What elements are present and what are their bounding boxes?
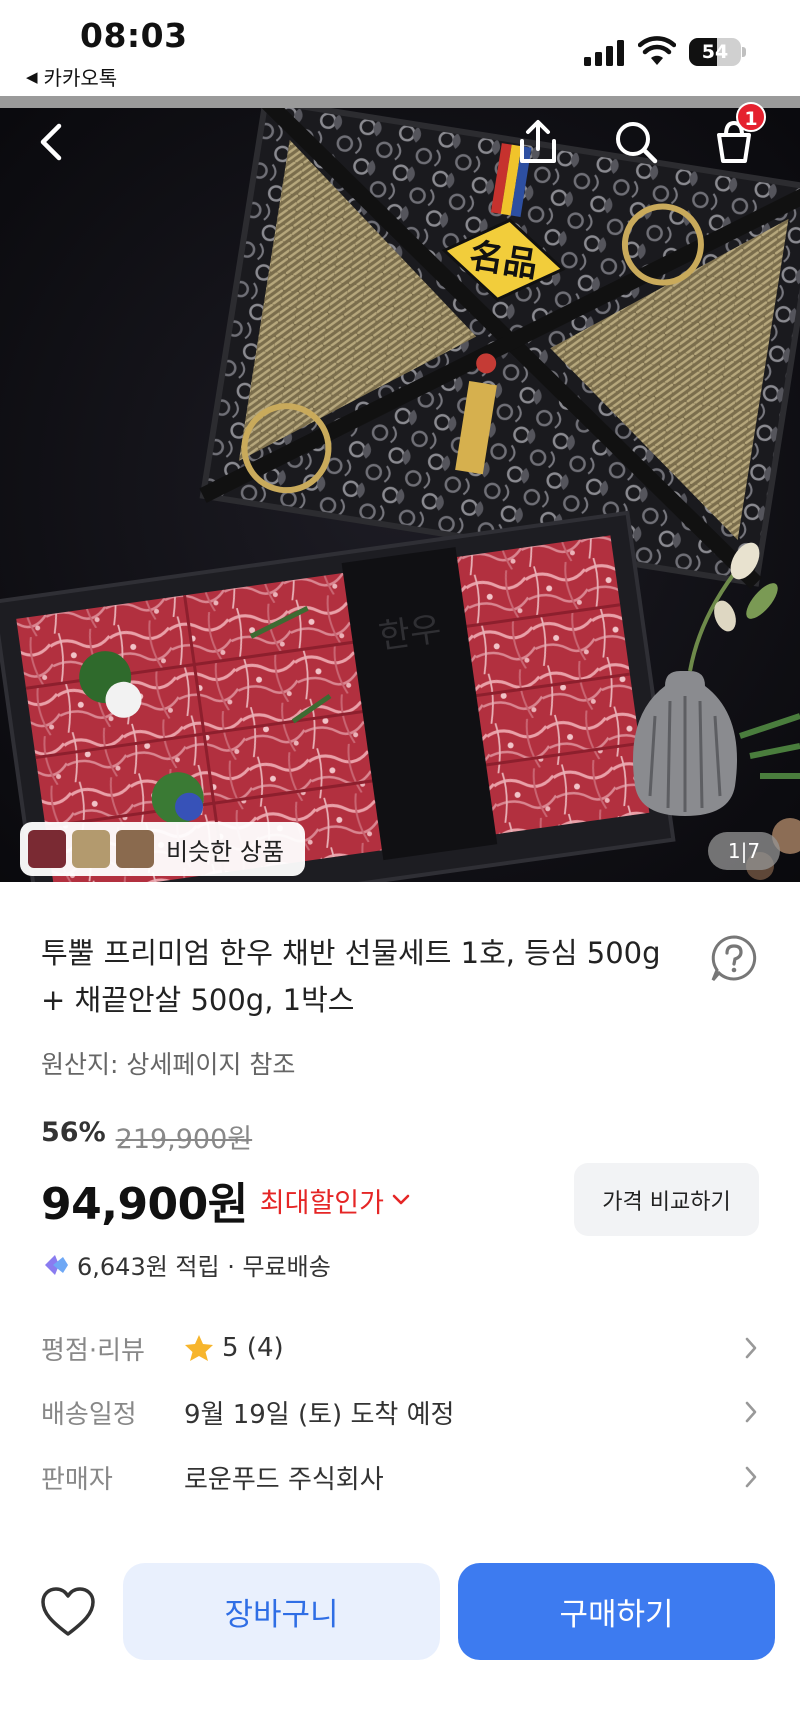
- cart-icon[interactable]: 1: [708, 102, 766, 168]
- cellular-signal-icon: [584, 40, 624, 66]
- battery-percent: 54: [701, 41, 729, 63]
- back-app-label: 카카오톡: [43, 66, 118, 90]
- share-icon[interactable]: [512, 116, 564, 168]
- chevron-right-icon: [745, 1466, 757, 1488]
- compare-price-button[interactable]: 가격 비교하기: [574, 1163, 759, 1236]
- cart-count-badge: 1: [736, 102, 766, 132]
- delivery-value: 9월 19일 (토) 도착 예정: [184, 1399, 455, 1430]
- search-icon[interactable]: [610, 116, 662, 168]
- max-discount-toggle[interactable]: 최대할인가: [260, 1181, 410, 1220]
- image-counter: 1|7: [708, 832, 780, 870]
- chevron-down-icon: [392, 1194, 410, 1205]
- product-title: 투뿔 프리미엄 한우 채반 선물세트 1호, 등심 500g + 채끝안살 50…: [41, 936, 661, 1017]
- seller-label: 판매자: [41, 1464, 113, 1495]
- product-photo: 名品 한우: [0, 96, 800, 882]
- wifi-icon: [638, 36, 676, 65]
- similar-thumbnail: [116, 830, 154, 868]
- points-shipping-row: 6,643원 적립 · 무료배송: [41, 1247, 331, 1282]
- rating-review-row[interactable]: 평점·리뷰 5 (4): [41, 1323, 761, 1373]
- chevron-right-icon: [745, 1337, 757, 1359]
- seller-row[interactable]: 판매자 로운푸드 주식회사: [41, 1452, 761, 1502]
- rating-label: 평점·리뷰: [41, 1335, 145, 1366]
- counter-total: 7: [747, 839, 761, 863]
- points-icon: [45, 1254, 68, 1275]
- status-time: 08:03: [80, 16, 188, 55]
- back-to-app-link[interactable]: ◀ 카카오톡: [26, 62, 117, 91]
- sale-price: 94,900원: [41, 1179, 248, 1230]
- seller-value: 로운푸드 주식회사: [184, 1464, 384, 1495]
- rating-value: 5 (4): [222, 1333, 284, 1363]
- heart-wishlist-icon[interactable]: [38, 1584, 98, 1640]
- price-row: 94,900원 최대할인가: [41, 1168, 410, 1232]
- counter-current: 1: [727, 839, 741, 863]
- delivery-label: 배송일정: [41, 1399, 137, 1430]
- product-image-gallery[interactable]: 名品 한우 1 비슷한 상품 1|7: [0, 96, 800, 882]
- similar-thumbnail: [28, 830, 66, 868]
- battery-indicator: 54: [689, 38, 747, 66]
- star-icon: [185, 1335, 213, 1361]
- original-price: 219,900원: [115, 1124, 253, 1155]
- similar-products-label: 비슷한 상품: [166, 837, 285, 866]
- discount-percent: 56%: [41, 1117, 106, 1148]
- max-discount-label: 최대할인가: [259, 1187, 384, 1219]
- add-to-cart-button[interactable]: 장바구니: [123, 1563, 440, 1660]
- chevron-right-icon: [745, 1401, 757, 1423]
- similar-thumbnail: [72, 830, 110, 868]
- buy-now-button[interactable]: 구매하기: [458, 1563, 775, 1660]
- rating-value-group: 5 (4): [184, 1333, 284, 1363]
- points-shipping-text: 6,643원 적립 · 무료배송: [77, 1253, 331, 1281]
- origin-info: 원산지: 상세페이지 참조: [41, 1050, 296, 1079]
- discount-row: 56% 219,900원: [41, 1117, 252, 1156]
- image-top-strip: [0, 96, 800, 108]
- delivery-schedule-row[interactable]: 배송일정 9월 19일 (토) 도착 예정: [41, 1387, 761, 1437]
- back-arrow-icon[interactable]: [26, 116, 78, 168]
- status-bar: 08:03 ◀ 카카오톡 54: [0, 0, 800, 96]
- help-question-icon[interactable]: [708, 933, 760, 985]
- similar-products-button[interactable]: 비슷한 상품: [20, 822, 305, 876]
- back-triangle-icon: ◀: [26, 67, 38, 86]
